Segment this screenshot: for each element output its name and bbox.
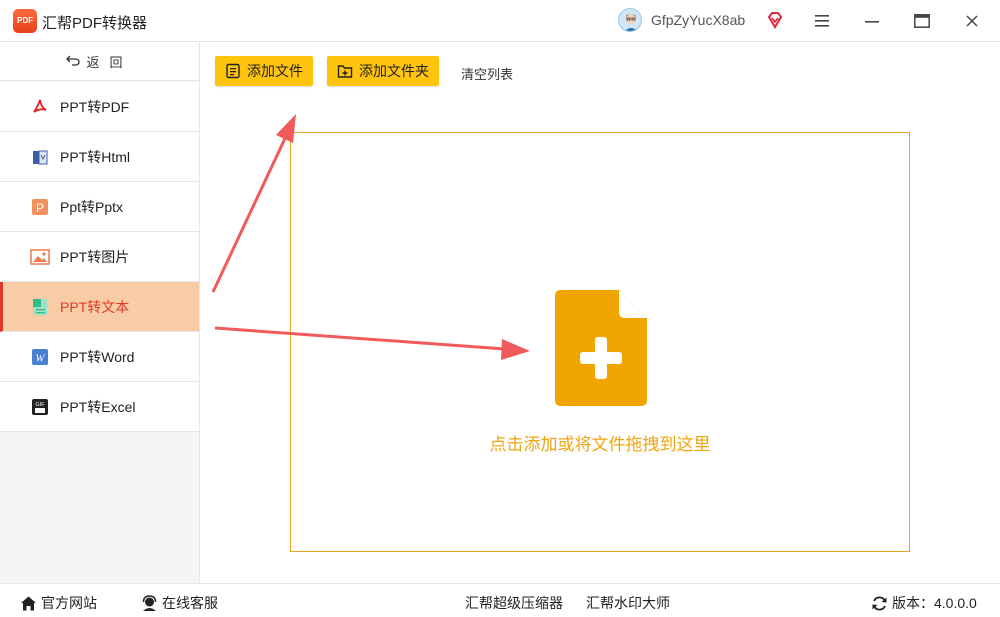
add-folder-button[interactable]: 添加文件夹 xyxy=(327,56,439,86)
close-icon xyxy=(966,15,978,27)
pptx-icon: P xyxy=(30,197,50,217)
add-folder-label: 添加文件夹 xyxy=(359,63,429,79)
refresh-icon xyxy=(872,596,887,610)
add-file-large-icon xyxy=(555,290,647,406)
html-icon xyxy=(30,147,50,167)
hamburger-menu-icon xyxy=(815,15,829,27)
minimize-icon xyxy=(865,21,879,23)
nav-list: PPT转PDF PPT转Html P Ppt转Pptx PPT转图片 PPT转文… xyxy=(0,82,199,432)
headset-icon xyxy=(142,594,157,611)
image-icon xyxy=(30,247,50,267)
excel-icon: GIF xyxy=(30,397,50,417)
vip-diamond-icon[interactable] xyxy=(766,11,784,29)
sidebar-item-ppt-to-excel[interactable]: GIF PPT转Excel xyxy=(0,382,199,432)
app-window: PDF 汇帮PDF转换器 GfpZyYucX8ab 返回 PPT转PDF PPT… xyxy=(0,0,1000,617)
clear-list-button[interactable]: 清空列表 xyxy=(461,64,513,83)
sidebar-item-label: PPT转Excel xyxy=(60,398,136,415)
svg-text:P: P xyxy=(36,201,44,215)
version-label: 版本：4.0.0.0 xyxy=(892,595,977,611)
back-label: 返回 xyxy=(86,54,133,70)
sidebar-item-ppt-to-text[interactable]: PPT转文本 xyxy=(0,282,199,332)
file-drop-zone[interactable]: 点击添加或将文件拖拽到这里 xyxy=(290,132,910,552)
watermark-link[interactable]: 汇帮水印大师 xyxy=(586,593,670,613)
sidebar-item-ppt-to-word[interactable]: W PPT转Word xyxy=(0,332,199,382)
arrow-to-add-file xyxy=(211,114,296,293)
sidebar-item-label: PPT转PDF xyxy=(60,98,130,115)
footer-bar: 官方网站 在线客服 汇帮超级压缩器 汇帮水印大师 版本：4.0.0.0 xyxy=(0,583,1000,617)
pdf-icon xyxy=(30,97,50,117)
minimize-button[interactable] xyxy=(859,8,885,34)
close-button[interactable] xyxy=(959,8,985,34)
username[interactable]: GfpZyYucX8ab xyxy=(651,12,745,28)
online-support-link[interactable]: 在线客服 xyxy=(141,593,218,613)
user-avatar[interactable] xyxy=(618,8,642,32)
sidebar: 返回 PPT转PDF PPT转Html P Ppt转Pptx PPT转图片 PP… xyxy=(0,42,200,583)
title-bar: PDF 汇帮PDF转换器 GfpZyYucX8ab xyxy=(0,0,1000,42)
add-file-label: 添加文件 xyxy=(247,63,303,79)
add-file-button[interactable]: 添加文件 xyxy=(215,56,313,86)
compressor-link[interactable]: 汇帮超级压缩器 xyxy=(465,593,563,613)
home-icon xyxy=(21,596,36,610)
sidebar-item-label: PPT转Html xyxy=(60,148,130,165)
version-info[interactable]: 版本：4.0.0.0 xyxy=(871,593,977,613)
drop-zone-text: 点击添加或将文件拖拽到这里 xyxy=(489,435,711,454)
svg-text:W: W xyxy=(35,352,45,364)
online-support-label: 在线客服 xyxy=(162,595,218,611)
text-icon xyxy=(30,297,50,317)
official-website-link[interactable]: 官方网站 xyxy=(20,593,97,613)
avatar-icon xyxy=(624,14,638,31)
sidebar-item-label: PPT转图片 xyxy=(60,248,130,265)
sidebar-item-ppt-to-pptx[interactable]: P Ppt转Pptx xyxy=(0,182,199,232)
word-icon: W xyxy=(30,347,50,367)
menu-button[interactable] xyxy=(809,8,835,34)
add-file-icon xyxy=(226,63,240,79)
sidebar-item-ppt-to-pdf[interactable]: PPT转PDF xyxy=(0,82,199,132)
sidebar-item-label: Ppt转Pptx xyxy=(60,198,124,215)
back-button[interactable]: 返回 xyxy=(0,42,199,81)
official-website-label: 官方网站 xyxy=(41,595,97,611)
add-folder-icon xyxy=(337,65,353,78)
sidebar-item-label: PPT转Word xyxy=(60,348,135,365)
back-arrow-icon xyxy=(66,54,81,69)
app-logo-icon: PDF xyxy=(13,9,37,33)
sidebar-item-ppt-to-image[interactable]: PPT转图片 xyxy=(0,232,199,282)
sidebar-item-label: PPT转文本 xyxy=(60,298,130,315)
maximize-button[interactable] xyxy=(909,8,935,34)
sidebar-item-ppt-to-html[interactable]: PPT转Html xyxy=(0,132,199,182)
maximize-icon xyxy=(914,14,930,28)
svg-text:GIF: GIF xyxy=(35,402,45,408)
app-title: 汇帮PDF转换器 xyxy=(42,15,148,32)
